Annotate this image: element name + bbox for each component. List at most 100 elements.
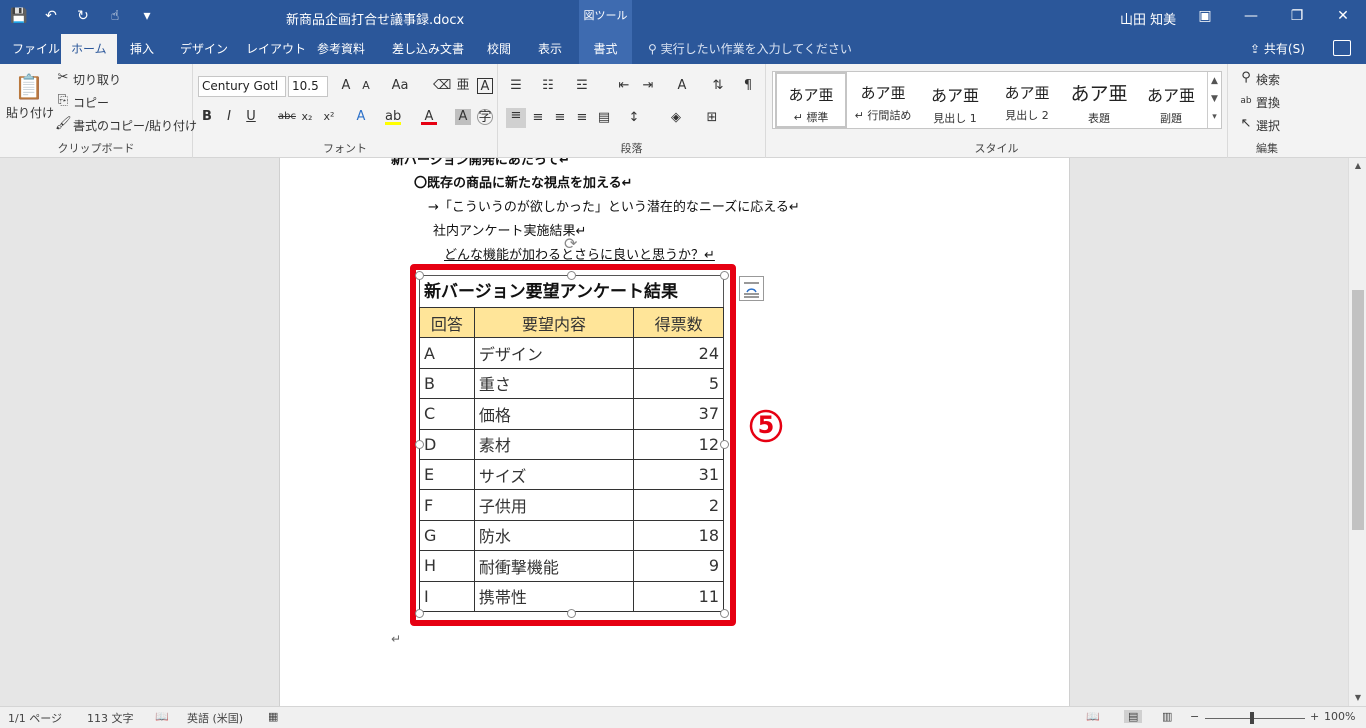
strikethrough-icon[interactable]: abc: [277, 109, 297, 125]
tab-home[interactable]: ホーム: [61, 34, 117, 64]
tab-file[interactable]: ファイル: [2, 34, 70, 64]
superscript-icon[interactable]: x²: [321, 109, 337, 125]
cut-button[interactable]: 切り取り: [73, 71, 121, 88]
resize-handle-bottom-left[interactable]: [415, 609, 424, 618]
cut-icon[interactable]: ✂: [55, 70, 71, 86]
resize-handle-right[interactable]: [720, 440, 729, 449]
customize-qat-icon[interactable]: ▾: [136, 6, 158, 26]
scroll-down-icon[interactable]: ▼: [1349, 690, 1366, 706]
read-mode-icon[interactable]: 📖: [1086, 710, 1100, 723]
shading-icon[interactable]: ◈: [668, 110, 684, 126]
styles-scroll[interactable]: ▲ ▼ ▾: [1207, 72, 1221, 128]
style-no-spacing[interactable]: あア亜 ↵ 行間詰め: [847, 72, 919, 128]
select-button[interactable]: 選択: [1256, 117, 1280, 134]
tab-review[interactable]: 校閲: [477, 34, 521, 64]
paste-icon[interactable]: 📋: [14, 72, 44, 102]
tell-me-box[interactable]: ⚲ 実行したい作業を入力してください: [648, 34, 852, 64]
zoom-slider[interactable]: [1205, 718, 1305, 719]
zoom-in-icon[interactable]: +: [1310, 710, 1319, 723]
tab-view[interactable]: 表示: [528, 34, 572, 64]
zoom-level[interactable]: 100%: [1324, 710, 1355, 723]
character-border-icon[interactable]: A: [477, 78, 493, 94]
layout-options-icon[interactable]: [739, 276, 764, 301]
enclose-characters-icon[interactable]: 字: [477, 109, 493, 125]
page-count[interactable]: 1/1 ページ: [8, 710, 62, 726]
rotate-handle-icon[interactable]: ⟳: [564, 234, 577, 253]
increase-indent-icon[interactable]: ⇥: [640, 78, 656, 94]
zoom-slider-thumb[interactable]: [1250, 712, 1254, 724]
numbering-icon[interactable]: ☷: [540, 78, 556, 94]
paste-button[interactable]: 貼り付け: [6, 104, 54, 121]
distributed-icon[interactable]: ▤: [596, 110, 612, 126]
word-count[interactable]: 113 文字: [87, 710, 134, 726]
undo-icon[interactable]: ↶: [40, 6, 62, 26]
language[interactable]: 英語 (米国): [187, 710, 243, 726]
replace-button[interactable]: 置換: [1256, 94, 1280, 111]
replace-icon[interactable]: ab: [1238, 93, 1254, 109]
style-heading-2[interactable]: あア亜 見出し 2: [991, 72, 1063, 128]
touch-mode-icon[interactable]: ☝: [104, 6, 126, 26]
resize-handle-bottom[interactable]: [567, 609, 576, 618]
format-painter-button[interactable]: 書式のコピー/貼り付け: [73, 117, 197, 134]
decrease-indent-icon[interactable]: ⇤: [616, 78, 632, 94]
character-shading-icon[interactable]: A: [455, 109, 471, 125]
copy-icon[interactable]: ⎘: [55, 93, 71, 109]
minimize-icon[interactable]: —: [1228, 0, 1274, 32]
macro-icon[interactable]: ▦: [268, 710, 278, 723]
close-icon[interactable]: ✕: [1320, 0, 1366, 32]
show-formatting-icon[interactable]: ¶: [740, 78, 756, 94]
tab-references[interactable]: 参考資料: [307, 34, 375, 64]
multilevel-list-icon[interactable]: ☲: [574, 78, 590, 94]
find-icon[interactable]: ⚲: [1238, 70, 1254, 86]
bullets-icon[interactable]: ☰: [508, 78, 524, 94]
align-left-icon[interactable]: ≡: [506, 108, 526, 128]
resize-handle-top-left[interactable]: [415, 271, 424, 280]
tab-layout[interactable]: レイアウト: [236, 34, 316, 64]
style-normal[interactable]: あア亜 ↵ 標準: [775, 72, 847, 128]
comments-icon[interactable]: [1333, 40, 1351, 56]
font-name-combo[interactable]: Century Gotl: [198, 76, 286, 97]
bold-icon[interactable]: B: [199, 109, 215, 125]
asian-layout-icon[interactable]: A: [674, 78, 690, 94]
user-name[interactable]: 山田 知美: [1120, 9, 1176, 28]
highlight-icon[interactable]: ab: [385, 109, 401, 125]
restore-icon[interactable]: ❐: [1274, 0, 1320, 32]
web-layout-icon[interactable]: ▥: [1162, 710, 1172, 723]
proofing-icon[interactable]: 📖: [155, 710, 169, 723]
tab-mailings[interactable]: 差し込み文書: [382, 34, 474, 64]
resize-handle-left[interactable]: [415, 440, 424, 449]
find-button[interactable]: 検索: [1256, 71, 1280, 88]
tab-design[interactable]: デザイン: [170, 34, 238, 64]
print-layout-icon[interactable]: ▤: [1124, 710, 1143, 723]
grow-font-icon[interactable]: A: [338, 78, 354, 94]
sort-icon[interactable]: ⇅: [710, 78, 726, 94]
change-case-icon[interactable]: Aa: [389, 78, 411, 94]
format-painter-icon[interactable]: 🖌: [55, 116, 72, 132]
underline-icon[interactable]: U: [243, 109, 259, 125]
scroll-up-icon[interactable]: ▲: [1349, 158, 1366, 174]
redo-icon[interactable]: ↻: [72, 6, 94, 26]
share-button[interactable]: ⇪ 共有(S): [1250, 34, 1305, 64]
font-color-icon[interactable]: A: [421, 109, 437, 125]
text-effects-icon[interactable]: A: [353, 109, 369, 125]
save-icon[interactable]: 💾: [8, 6, 30, 26]
italic-icon[interactable]: I: [221, 109, 237, 125]
resize-handle-top[interactable]: [567, 271, 576, 280]
style-subtitle[interactable]: あア亜 副題: [1135, 72, 1207, 128]
borders-icon[interactable]: ⊞: [704, 110, 720, 126]
tab-insert[interactable]: 挿入: [120, 34, 164, 64]
subscript-icon[interactable]: x₂: [299, 109, 315, 125]
tab-format[interactable]: 書式: [579, 34, 632, 64]
shrink-font-icon[interactable]: A: [358, 78, 374, 94]
resize-handle-bottom-right[interactable]: [720, 609, 729, 618]
align-center-icon[interactable]: ≡: [530, 110, 546, 126]
zoom-out-icon[interactable]: −: [1190, 710, 1199, 723]
ribbon-display-icon[interactable]: ▣: [1182, 0, 1228, 32]
style-title[interactable]: あア亜 表題: [1063, 72, 1135, 128]
line-spacing-icon[interactable]: ↕: [626, 110, 642, 126]
clear-formatting-icon[interactable]: ⌫: [433, 78, 451, 94]
phonetic-guide-icon[interactable]: 亜: [455, 78, 471, 94]
style-heading-1[interactable]: あア亜 見出し 1: [919, 72, 991, 128]
scroll-thumb[interactable]: [1352, 290, 1364, 530]
copy-button[interactable]: コピー: [73, 94, 109, 111]
